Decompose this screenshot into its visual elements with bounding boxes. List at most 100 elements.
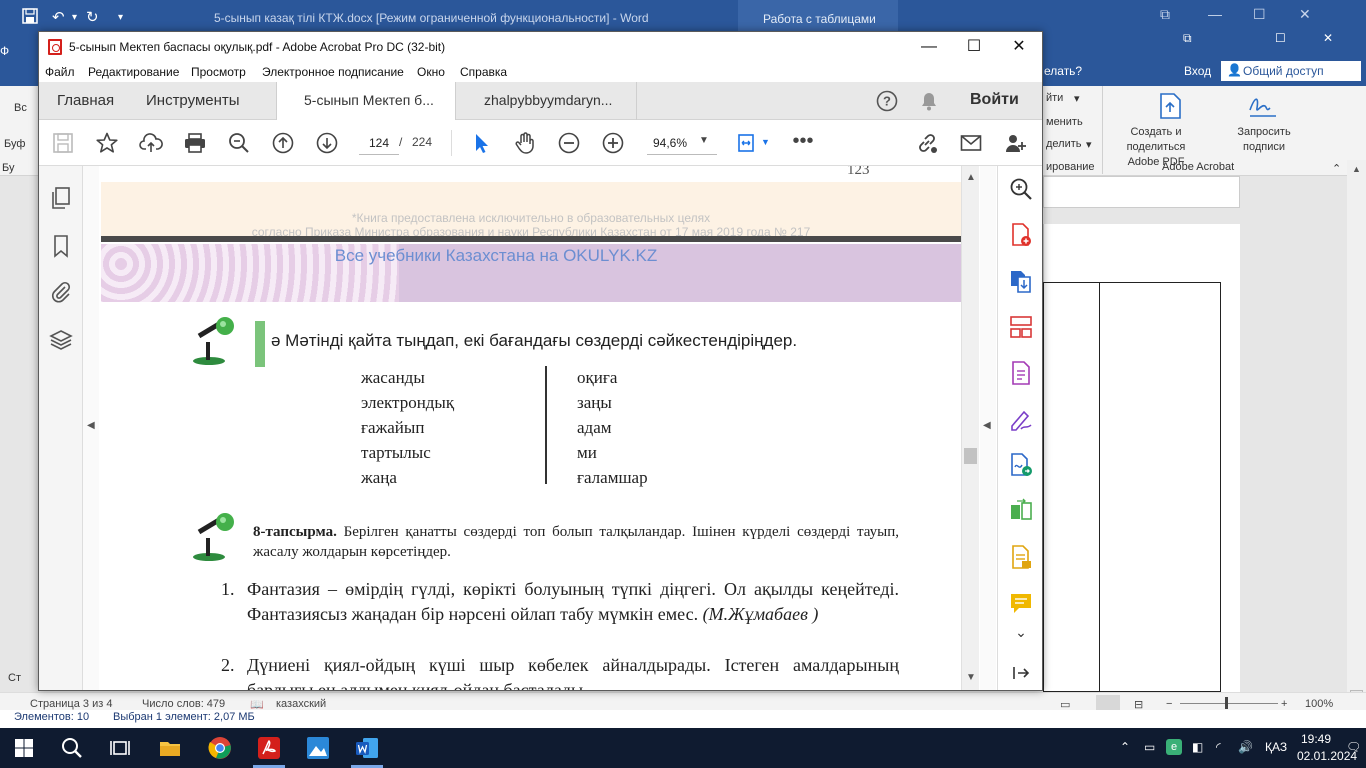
more-tools-chevron-icon[interactable]: ⌄	[1008, 624, 1034, 650]
hand-tool-icon[interactable]	[513, 131, 537, 155]
send-for-signature-tool-icon[interactable]	[1008, 452, 1034, 478]
fit-page-icon[interactable]	[735, 131, 759, 155]
fit-dropdown-icon[interactable]: ▼	[761, 137, 770, 147]
status-language[interactable]: казахский	[276, 698, 326, 710]
cloud-upload-icon[interactable]	[139, 131, 163, 155]
scan-ocr-tool-icon[interactable]	[1008, 544, 1034, 570]
select-dropdown-icon[interactable]: ▾	[1086, 138, 1092, 151]
zoom-in-icon[interactable]	[601, 131, 625, 155]
save-icon[interactable]	[51, 131, 75, 155]
more-tools-icon[interactable]: •••	[791, 131, 815, 155]
photos-icon[interactable]	[306, 736, 330, 760]
scroll-up-arrow-icon[interactable]: ▲	[966, 172, 976, 183]
scroll-up-icon[interactable]: ▲	[1352, 164, 1361, 174]
tray-app-icon[interactable]: e	[1166, 739, 1182, 755]
collapse-ribbon-icon[interactable]: ⌃	[1332, 162, 1341, 175]
word-table[interactable]	[1043, 282, 1221, 693]
acrobat-taskbar-icon[interactable]	[257, 736, 281, 760]
add-user-icon[interactable]	[1003, 131, 1027, 155]
zoom-out-icon[interactable]	[557, 131, 581, 155]
search-tools-icon[interactable]	[1008, 176, 1034, 202]
zoom-out-icon[interactable]: −	[1166, 698, 1172, 710]
start-button-icon[interactable]	[12, 736, 36, 760]
request-signatures-button[interactable]: Запросить подписи	[1232, 125, 1296, 155]
word2-ribbon-display-icon[interactable]: ⧉	[1183, 31, 1192, 46]
word-minimize[interactable]: —	[1208, 6, 1222, 22]
find-button[interactable]: йти	[1046, 92, 1063, 104]
collapse-left-icon[interactable]: ◀	[87, 420, 95, 431]
right-pane-toggle[interactable]: ◀	[980, 166, 996, 690]
volume-icon[interactable]: 🔊	[1238, 740, 1253, 754]
word2-close[interactable]: ✕	[1323, 31, 1333, 45]
zoom-in-icon[interactable]: +	[1281, 698, 1287, 710]
maximize-button[interactable]: ☐	[952, 35, 996, 59]
menu-edit[interactable]: Редактирование	[88, 65, 179, 79]
share-button[interactable]: 👤 Общий доступ	[1221, 61, 1361, 81]
collapse-right-icon[interactable]: ◀	[983, 420, 991, 431]
menu-window[interactable]: Окно	[417, 65, 445, 79]
word-login[interactable]: Вход	[1184, 64, 1211, 78]
notifications-icon[interactable]: 🗨	[1346, 740, 1361, 754]
customize-qat-icon[interactable]: ▾	[118, 12, 123, 23]
scroll-down-arrow-icon[interactable]: ▼	[966, 672, 976, 683]
select-button[interactable]: делить	[1046, 138, 1082, 150]
compare-files-tool-icon[interactable]	[1008, 498, 1034, 524]
tray-overflow-icon[interactable]: ⌃	[1120, 740, 1130, 754]
edit-pdf-tool-icon[interactable]	[1008, 360, 1034, 386]
organize-pages-tool-icon[interactable]	[1008, 314, 1034, 340]
word2-maximize[interactable]: ☐	[1275, 31, 1286, 45]
pdf-page[interactable]: 123 *Книга предоставлена исключительно в…	[101, 166, 961, 690]
undo-dropdown-icon[interactable]: ▾	[72, 12, 77, 23]
save-icon[interactable]	[22, 8, 38, 28]
undo-icon[interactable]: ↶	[52, 8, 65, 26]
word-vertical-scrollbar[interactable]: ▲	[1347, 160, 1366, 700]
attachments-icon[interactable]	[49, 280, 73, 304]
tell-me-box[interactable]: елать?	[1044, 64, 1082, 78]
word-maximize[interactable]: ☐	[1253, 6, 1266, 23]
collapse-tools-pane-icon[interactable]	[1008, 660, 1034, 686]
find-dropdown-icon[interactable]: ▾	[1074, 92, 1080, 105]
status-words[interactable]: Число слов: 479	[142, 698, 225, 710]
tab-document-2[interactable]: zhalpybbyymdaryn...	[456, 82, 637, 120]
export-pdf-tool-icon[interactable]	[1008, 268, 1034, 294]
zoom-dropdown-icon[interactable]: ▼	[699, 135, 709, 146]
status-zoom[interactable]: 100%	[1305, 698, 1333, 710]
meet-now-icon[interactable]: ▭	[1144, 740, 1155, 754]
clock-time[interactable]: 19:49	[1301, 732, 1331, 746]
zoom-slider-thumb[interactable]	[1225, 697, 1228, 709]
menu-file[interactable]: Файл	[45, 65, 75, 79]
fill-sign-tool-icon[interactable]	[1008, 406, 1034, 432]
language-indicator[interactable]: ҚАЗ	[1265, 740, 1287, 754]
bell-icon[interactable]	[919, 90, 939, 115]
pdf-scroll-thumb[interactable]	[964, 448, 977, 464]
redo-icon[interactable]: ↻	[86, 8, 99, 26]
menu-view[interactable]: Просмотр	[191, 65, 246, 79]
ribbon-display-icon[interactable]: ⧉	[1160, 6, 1170, 23]
replace-button[interactable]: менить	[1046, 116, 1083, 128]
search-icon[interactable]	[60, 736, 84, 760]
menu-help[interactable]: Справка	[460, 65, 507, 79]
bookmark-star-icon[interactable]	[95, 131, 119, 155]
minimize-button[interactable]: —	[907, 35, 951, 59]
create-pdf-tool-icon[interactable]	[1008, 222, 1034, 248]
status-page[interactable]: Страница 3 из 4	[30, 698, 112, 710]
word-file-tab[interactable]: Ф	[0, 44, 14, 58]
select-cursor-icon[interactable]	[469, 131, 493, 155]
comment-tool-icon[interactable]	[1008, 590, 1034, 616]
zoom-search-icon[interactable]	[227, 131, 251, 155]
page-number-input[interactable]: 124	[359, 131, 399, 155]
word-close[interactable]: ✕	[1299, 6, 1311, 23]
word-taskbar-icon[interactable]	[355, 736, 379, 760]
close-button[interactable]: ✕	[997, 35, 1041, 59]
left-pane-toggle[interactable]: ◀	[83, 166, 99, 690]
print-icon[interactable]	[183, 131, 207, 155]
help-icon[interactable]: ?	[876, 90, 898, 115]
tab-tools[interactable]: Инструменты	[146, 92, 240, 109]
wifi-icon[interactable]: ◜	[1216, 740, 1221, 754]
network-icon[interactable]: ◧	[1192, 740, 1203, 754]
task-view-icon[interactable]	[108, 736, 132, 760]
email-icon[interactable]	[959, 131, 983, 155]
file-explorer-icon[interactable]	[158, 736, 182, 760]
layers-icon[interactable]	[49, 328, 73, 352]
tab-home[interactable]: Главная	[57, 92, 114, 109]
